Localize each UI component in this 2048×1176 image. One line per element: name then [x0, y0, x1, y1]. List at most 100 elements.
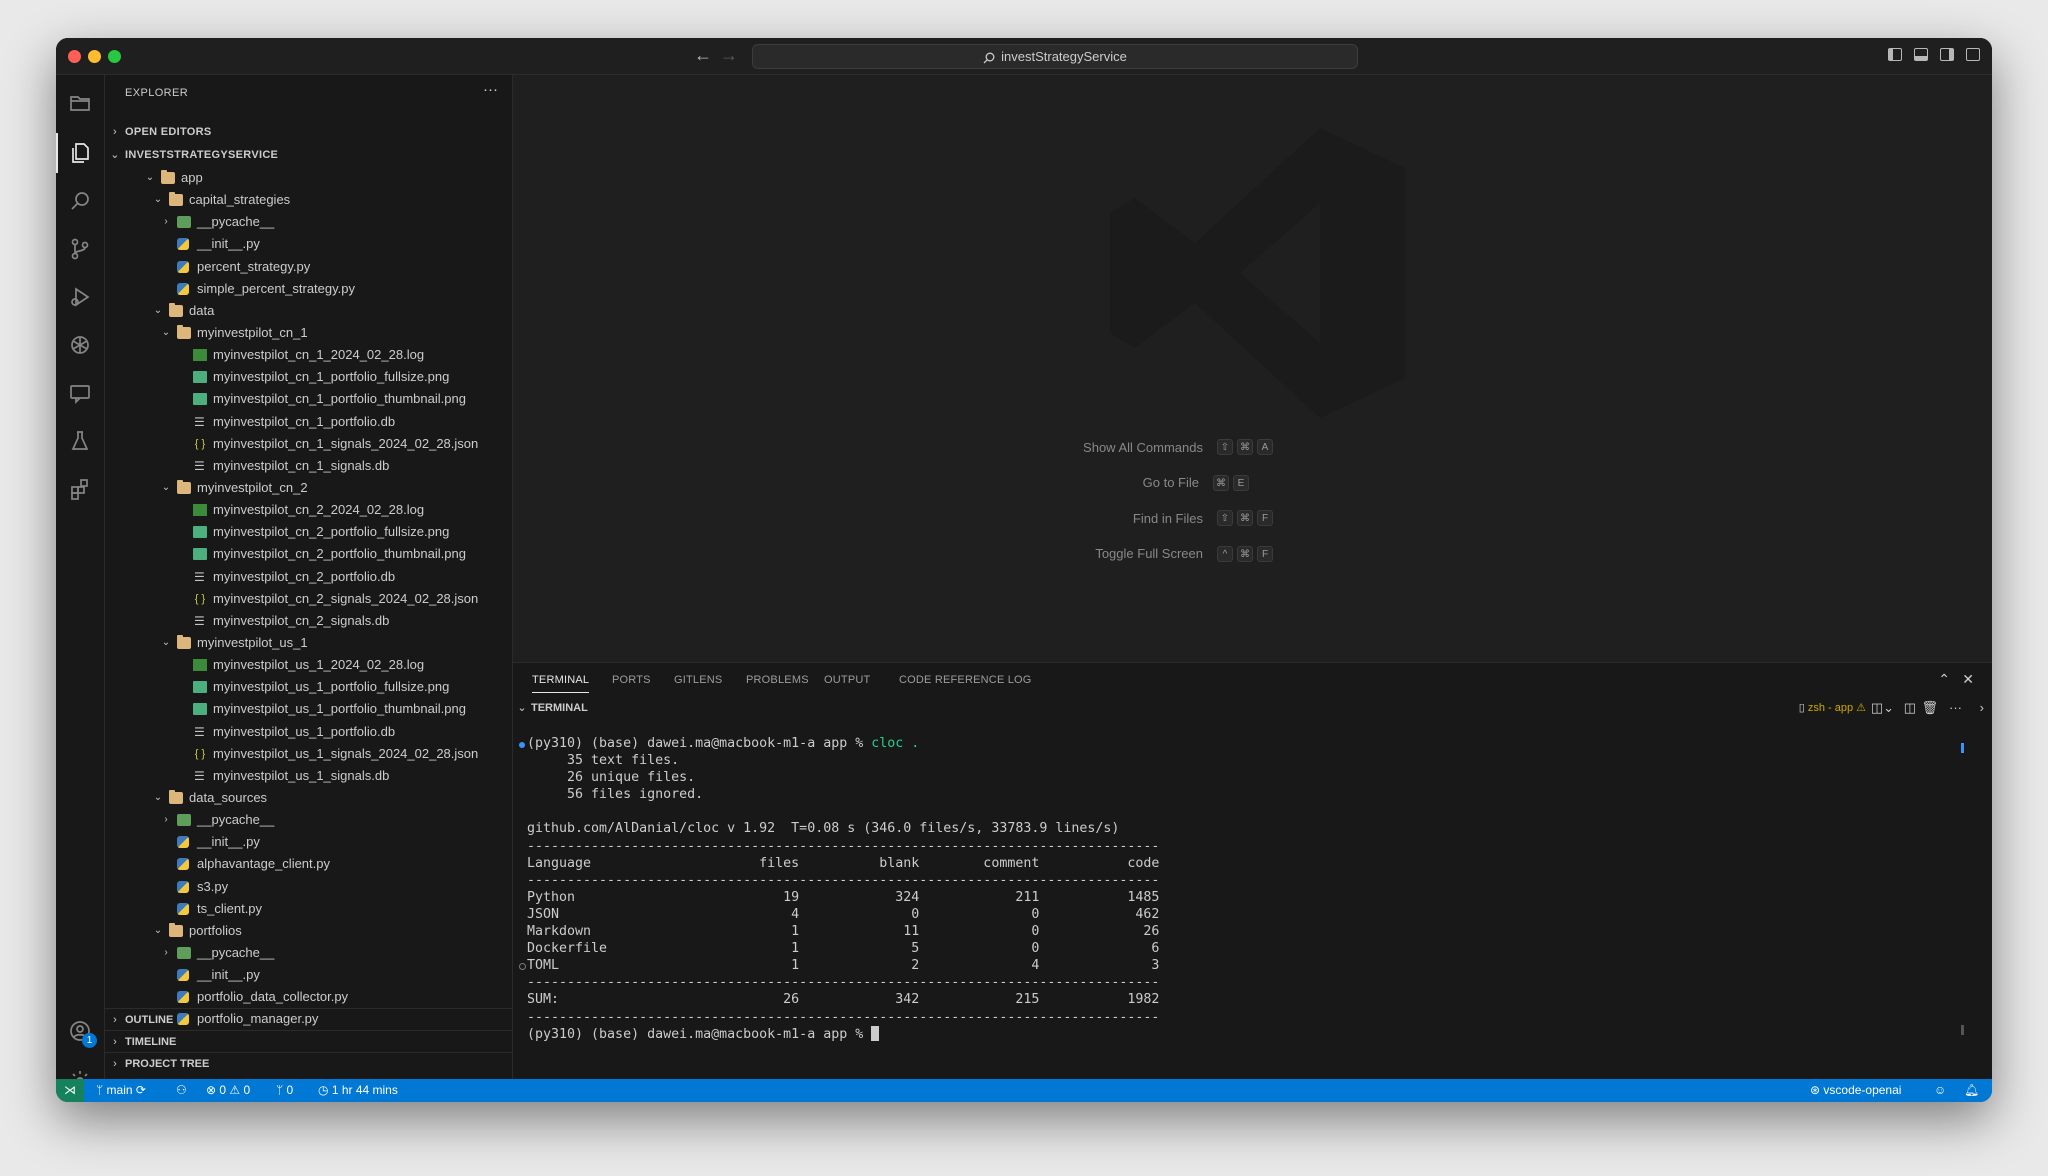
- toggle-primary-sidebar-icon[interactable]: [1888, 48, 1902, 61]
- tree-folder[interactable]: › __pycache__: [105, 211, 512, 233]
- tree-folder[interactable]: ⌄ capital_strategies: [105, 189, 512, 211]
- maximize-panel-icon[interactable]: ⌃: [1938, 671, 1950, 688]
- tree-file[interactable]: portfolio_data_collector.py: [105, 986, 512, 1008]
- tree-file[interactable]: myinvestpilot_us_1_signals.db: [105, 765, 512, 787]
- tree-folder[interactable]: ⌄ myinvestpilot_us_1: [105, 632, 512, 654]
- copilot-icon[interactable]: ☺: [1934, 1079, 1946, 1102]
- command-pending-decoration[interactable]: [519, 963, 526, 970]
- tree-file[interactable]: { } myinvestpilot_us_1_signals_2024_02_28…: [105, 743, 512, 765]
- tree-file[interactable]: { } myinvestpilot_cn_2_signals_2024_02_28…: [105, 588, 512, 610]
- tree-folder[interactable]: › __pycache__: [105, 942, 512, 964]
- toggle-secondary-sidebar-icon[interactable]: [1940, 48, 1954, 61]
- explorer-icon[interactable]: [66, 139, 94, 167]
- tab-problems[interactable]: PROBLEMS: [746, 674, 809, 686]
- tab-output[interactable]: OUTPUT: [824, 674, 870, 686]
- tree-file[interactable]: percent_strategy.py: [105, 256, 512, 278]
- run-and-debug-icon[interactable]: [66, 283, 94, 311]
- tree-file[interactable]: simple_percent_strategy.py: [105, 278, 512, 300]
- tree-folder[interactable]: ⌄ myinvestpilot_cn_2: [105, 477, 512, 499]
- chevron-down-icon[interactable]: ⌄: [151, 189, 165, 211]
- tree-file[interactable]: ts_client.py: [105, 898, 512, 920]
- project-tree-section[interactable]: › PROJECT TREE: [105, 1052, 512, 1075]
- tree-file[interactable]: myinvestpilot_cn_1_2024_02_28.log: [105, 344, 512, 366]
- tree-file[interactable]: myinvestpilot_cn_2_portfolio.db: [105, 566, 512, 588]
- chevron-down-icon[interactable]: ⌄: [151, 920, 165, 942]
- openai-icon[interactable]: [66, 331, 94, 359]
- chevron-down-icon[interactable]: ⌄: [159, 477, 173, 499]
- split-terminal-icon[interactable]: ◫⌄: [1871, 697, 1894, 719]
- tree-file[interactable]: myinvestpilot_us_1_2024_02_28.log: [105, 654, 512, 676]
- tree-file[interactable]: myinvestpilot_cn_2_portfolio_fullsize.pn…: [105, 521, 512, 543]
- git-graph-icon[interactable]: ⚇: [176, 1079, 187, 1102]
- chevron-right-icon[interactable]: ›: [159, 211, 173, 233]
- tree-file[interactable]: myinvestpilot_us_1_portfolio.db: [105, 721, 512, 743]
- command-center-search[interactable]: investStrategyService: [752, 44, 1358, 69]
- chevron-right-icon[interactable]: ›: [159, 942, 173, 964]
- tab-ports[interactable]: PORTS: [612, 674, 651, 686]
- ports-item[interactable]: ᛘ 0: [276, 1079, 293, 1102]
- tree-file[interactable]: __init__.py: [105, 964, 512, 986]
- chevron-down-icon[interactable]: ⌄: [151, 787, 165, 809]
- notifications-bell-icon[interactable]: 🔔︎: [1964, 1079, 1979, 1102]
- tree-folder[interactable]: › __pycache__: [105, 809, 512, 831]
- back-arrow-icon[interactable]: ←: [694, 44, 712, 66]
- chevron-down-icon[interactable]: ⌄: [143, 167, 157, 189]
- split-editor-icon[interactable]: ◫: [1904, 697, 1916, 719]
- tree-file[interactable]: myinvestpilot_cn_1_portfolio.db: [105, 411, 512, 433]
- terminal-instance-tab[interactable]: ▯ zsh - app ⚠: [1799, 697, 1866, 719]
- tree-folder[interactable]: ⌄ data_sources: [105, 787, 512, 809]
- chevron-down-icon[interactable]: ⌄: [159, 322, 173, 344]
- open-editors-section[interactable]: › OPEN EDITORS: [105, 121, 512, 143]
- tree-file[interactable]: { } myinvestpilot_cn_1_signals_2024_02_28…: [105, 433, 512, 455]
- branch-item[interactable]: ᛘ main ⟳: [96, 1079, 146, 1102]
- tree-file[interactable]: myinvestpilot_cn_1_portfolio_fullsize.pn…: [105, 366, 512, 388]
- terminal-section-header[interactable]: ⌄ TERMINAL: [513, 697, 1992, 719]
- chevron-down-icon[interactable]: ⌄: [159, 632, 173, 654]
- command-success-decoration[interactable]: [519, 742, 525, 748]
- tree-file[interactable]: __init__.py: [105, 233, 512, 255]
- problems-item[interactable]: ⊗ 0 ⚠ 0: [206, 1079, 250, 1102]
- tree-folder[interactable]: ⌄ portfolios: [105, 920, 512, 942]
- search-icon[interactable]: [66, 187, 94, 215]
- tree-file[interactable]: myinvestpilot_us_1_portfolio_thumbnail.p…: [105, 698, 512, 720]
- tree-file[interactable]: myinvestpilot_cn_2_portfolio_thumbnail.p…: [105, 543, 512, 565]
- chat-icon[interactable]: [66, 379, 94, 407]
- time-tracker-item[interactable]: ◷ 1 hr 44 mins: [318, 1079, 398, 1102]
- kill-terminal-icon[interactable]: 🗑︎: [1921, 697, 1938, 719]
- tree-file[interactable]: myinvestpilot_cn_1_signals.db: [105, 455, 512, 477]
- tree-file[interactable]: myinvestpilot_cn_2_signals.db: [105, 610, 512, 632]
- terminal-output[interactable]: (py310) (base) dawei.ma@macbook-m1-a app…: [527, 735, 1159, 1043]
- tree-folder[interactable]: ⌄ myinvestpilot_cn_1: [105, 322, 512, 344]
- tree-file[interactable]: myinvestpilot_cn_2_2024_02_28.log: [105, 499, 512, 521]
- toggle-panel-icon[interactable]: [1914, 48, 1928, 61]
- close-panel-icon[interactable]: ✕: [1962, 671, 1974, 688]
- timeline-section[interactable]: › TIMELINE: [105, 1030, 512, 1053]
- tree-folder[interactable]: ⌄ data: [105, 300, 512, 322]
- minimize-window-button[interactable]: [88, 50, 101, 63]
- forward-arrow-icon[interactable]: →: [720, 44, 738, 66]
- scrollbar-thumb[interactable]: [1961, 1025, 1964, 1035]
- tab-gitlens[interactable]: GITLENS: [674, 674, 722, 686]
- customize-layout-icon[interactable]: [1966, 48, 1980, 61]
- tab-code-reference-log[interactable]: CODE REFERENCE LOG: [899, 674, 1032, 686]
- close-window-button[interactable]: [68, 50, 81, 63]
- tree-folder[interactable]: ⌄ app: [105, 167, 512, 189]
- tree-file[interactable]: myinvestpilot_cn_1_portfolio_thumbnail.p…: [105, 388, 512, 410]
- remote-indicator-icon[interactable]: ⋊: [56, 1079, 84, 1102]
- source-control-icon[interactable]: [66, 235, 94, 263]
- tree-file[interactable]: myinvestpilot_us_1_portfolio_fullsize.pn…: [105, 676, 512, 698]
- testing-flask-icon[interactable]: [66, 427, 94, 455]
- terminal-more-icon[interactable]: ···: [1949, 697, 1962, 719]
- tree-file[interactable]: alphavantage_client.py: [105, 853, 512, 875]
- extensions-icon[interactable]: [66, 475, 94, 503]
- more-actions-icon[interactable]: ···: [483, 81, 498, 98]
- remote-explorer-icon[interactable]: [66, 89, 94, 117]
- project-section[interactable]: ⌄ INVESTSTRATEGYSERVICE: [105, 144, 512, 166]
- chevron-right-icon[interactable]: ›: [159, 809, 173, 831]
- tab-terminal[interactable]: TERMINAL: [532, 674, 590, 693]
- chevron-right-icon[interactable]: ›: [1980, 697, 1984, 719]
- tree-file[interactable]: s3.py: [105, 876, 512, 898]
- maximize-window-button[interactable]: [108, 50, 121, 63]
- tree-file[interactable]: __init__.py: [105, 831, 512, 853]
- outline-section[interactable]: › OUTLINE: [105, 1008, 512, 1031]
